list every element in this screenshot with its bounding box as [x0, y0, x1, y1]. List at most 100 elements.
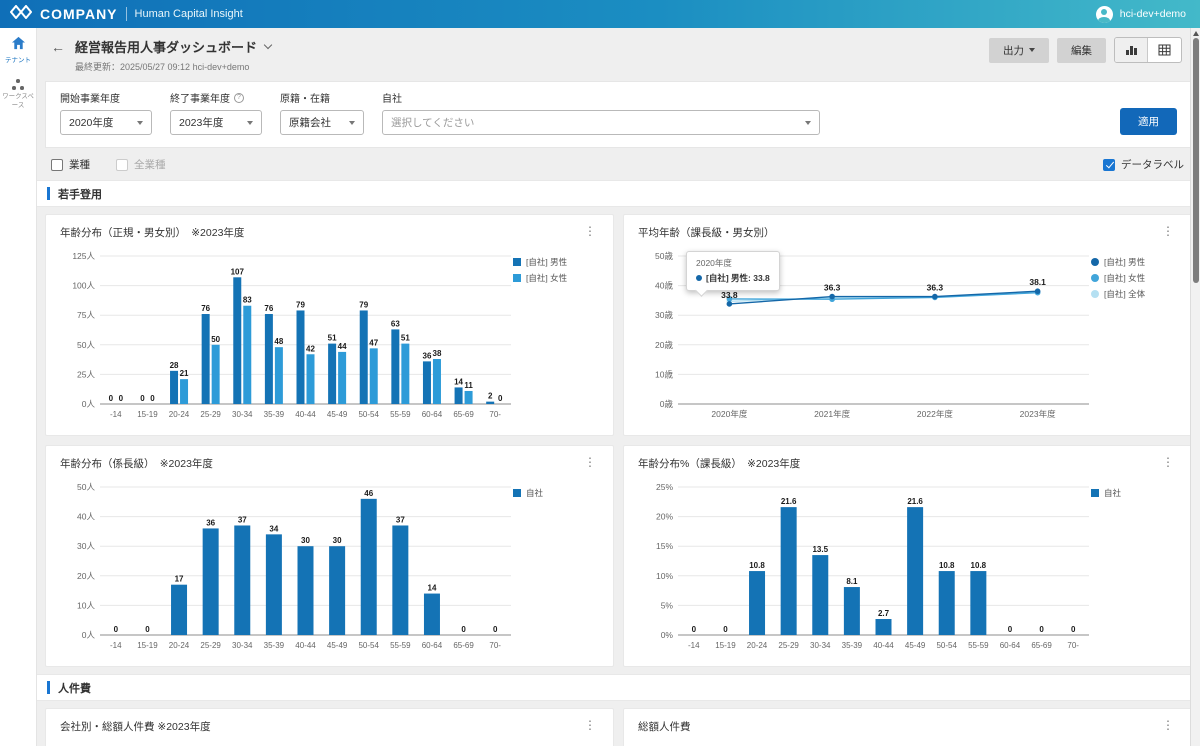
- x-tick-label: 35-39: [842, 641, 863, 650]
- bar: [939, 571, 955, 635]
- y-tick-label: 40人: [77, 512, 95, 522]
- info-icon[interactable]: ?: [234, 93, 244, 103]
- data-label: 44: [338, 342, 347, 351]
- bar: [203, 528, 219, 635]
- chart-menu-icon[interactable]: ⋮: [1159, 225, 1177, 237]
- data-label: 34: [269, 524, 278, 533]
- bar: [370, 348, 378, 404]
- data-label: 30: [333, 536, 342, 545]
- chart-legend: 自社: [513, 471, 599, 655]
- data-label-checkbox[interactable]: データラベル: [1103, 157, 1184, 172]
- y-tick-label: 30歳: [655, 310, 673, 320]
- y-tick-label: 0人: [82, 399, 96, 409]
- bar: [307, 354, 315, 404]
- bar: [266, 534, 282, 635]
- x-tick-label: 45-49: [905, 641, 926, 650]
- legend-swatch-icon: [1091, 258, 1099, 266]
- legend-label: 自社: [1104, 487, 1121, 499]
- data-point: [829, 294, 835, 300]
- section-labor-cost: 人件費: [37, 674, 1200, 701]
- x-tick-label: 65-69: [1031, 641, 1052, 650]
- y-tick-label: 125人: [72, 251, 95, 261]
- data-label: 47: [369, 338, 378, 347]
- enrollment-select[interactable]: 原籍会社: [280, 110, 364, 135]
- x-tick-label: 65-69: [453, 641, 474, 650]
- all-industry-checkbox[interactable]: 全業種: [116, 157, 166, 172]
- vertical-scrollbar[interactable]: [1190, 28, 1200, 746]
- data-label: 48: [274, 337, 283, 346]
- checkbox-icon: [51, 159, 63, 171]
- data-label: 2: [488, 392, 493, 401]
- bar: [424, 594, 440, 635]
- filter-label: 終了事業年度?: [170, 90, 262, 105]
- sidebar-item-label: テナント: [5, 57, 31, 65]
- data-label: 51: [401, 334, 410, 343]
- bar: [233, 277, 241, 404]
- table-grid-icon: [1158, 44, 1171, 56]
- table-view-button[interactable]: [1148, 38, 1181, 62]
- bar-chart-age-lead[interactable]: 0人10人20人30人40人50人-14015-19020-241725-293…: [60, 471, 513, 655]
- apply-button[interactable]: 適用: [1120, 108, 1177, 135]
- chart-menu-icon[interactable]: ⋮: [581, 225, 599, 237]
- industry-checkbox[interactable]: 業種: [51, 157, 90, 172]
- data-label: 50: [211, 335, 220, 344]
- bar-chart-icon: [1125, 44, 1138, 56]
- end-year-select[interactable]: 2023年度: [170, 110, 262, 135]
- back-arrow-icon[interactable]: ←: [51, 39, 65, 73]
- data-point: [727, 301, 733, 307]
- bar: [391, 329, 399, 404]
- data-label: 0: [461, 625, 466, 634]
- legend-item: [自社] 全体: [1091, 288, 1177, 300]
- chart-card-labor-cost-by-company: 会社別・総額人件費 ※2023年度 ⋮: [45, 708, 614, 746]
- scroll-up-arrow-icon[interactable]: [1193, 31, 1199, 36]
- scrollbar-thumb[interactable]: [1193, 38, 1199, 283]
- bar: [361, 499, 377, 635]
- bar-chart-age-regular[interactable]: 0人25人50人75人100人125人-140015-190020-242821…: [60, 240, 513, 424]
- chart-menu-icon[interactable]: ⋮: [1159, 456, 1177, 468]
- y-tick-label: 15%: [656, 541, 673, 551]
- data-label: 0: [1008, 625, 1013, 634]
- sidebar-item-tenant[interactable]: テナント: [5, 36, 31, 65]
- chart-card-average-age: 平均年齢（課長級・男女別） ⋮ 0歳10歳20歳30歳40歳50歳2020年度2…: [623, 214, 1192, 436]
- x-tick-label: 40-44: [295, 641, 316, 650]
- series-dot-icon: [696, 275, 702, 281]
- x-tick-label: 50-54: [358, 410, 379, 419]
- chart-title: 年齢分布%（課長級） ※2023年度: [638, 456, 800, 471]
- legend-item: 自社: [1091, 487, 1177, 499]
- bar: [970, 571, 986, 635]
- legend-label: [自社] 男性: [1104, 256, 1145, 268]
- chart-menu-icon[interactable]: ⋮: [581, 456, 599, 468]
- x-tick-label: 60-64: [422, 641, 443, 650]
- bar: [234, 525, 250, 635]
- checkbox-icon: [116, 159, 128, 171]
- edit-button[interactable]: 編集: [1057, 38, 1106, 63]
- company-select[interactable]: 選択してください: [382, 110, 820, 135]
- bar: [401, 344, 409, 404]
- chevron-down-icon[interactable]: [264, 41, 272, 49]
- tenant-home-icon: [11, 36, 26, 55]
- start-year-select[interactable]: 2020年度: [60, 110, 152, 135]
- y-tick-label: 50歳: [655, 251, 673, 261]
- y-tick-label: 0%: [661, 630, 674, 640]
- x-tick-label: 40-44: [295, 410, 316, 419]
- legend-swatch-icon: [513, 489, 521, 497]
- user-menu[interactable]: hci-dev+demo: [1096, 6, 1186, 23]
- chart-menu-icon[interactable]: ⋮: [1159, 719, 1177, 731]
- filter-label: 開始事業年度: [60, 90, 152, 105]
- export-button[interactable]: 出力: [989, 38, 1049, 63]
- page-title: 経営報告用人事ダッシュボード: [75, 37, 257, 56]
- product-name: Human Capital Insight: [135, 8, 243, 20]
- section-young-promotion: 若手登用: [37, 180, 1200, 207]
- x-tick-label: 15-19: [137, 641, 158, 650]
- data-label: 38: [433, 349, 442, 358]
- bar: [329, 546, 345, 635]
- y-tick-label: 0人: [82, 630, 96, 640]
- sidebar-item-workspace[interactable]: ワークスペース: [0, 79, 36, 110]
- bar: [171, 585, 187, 635]
- bar-chart-age-pct-manager[interactable]: 0%5%10%15%20%25%-14015-19020-2410.825-29…: [638, 471, 1091, 655]
- chart-menu-icon[interactable]: ⋮: [581, 719, 599, 731]
- y-tick-label: 10人: [77, 600, 95, 610]
- chart-view-button[interactable]: [1115, 38, 1148, 62]
- y-tick-label: 20人: [77, 571, 95, 581]
- caret-down-icon: [1029, 48, 1035, 52]
